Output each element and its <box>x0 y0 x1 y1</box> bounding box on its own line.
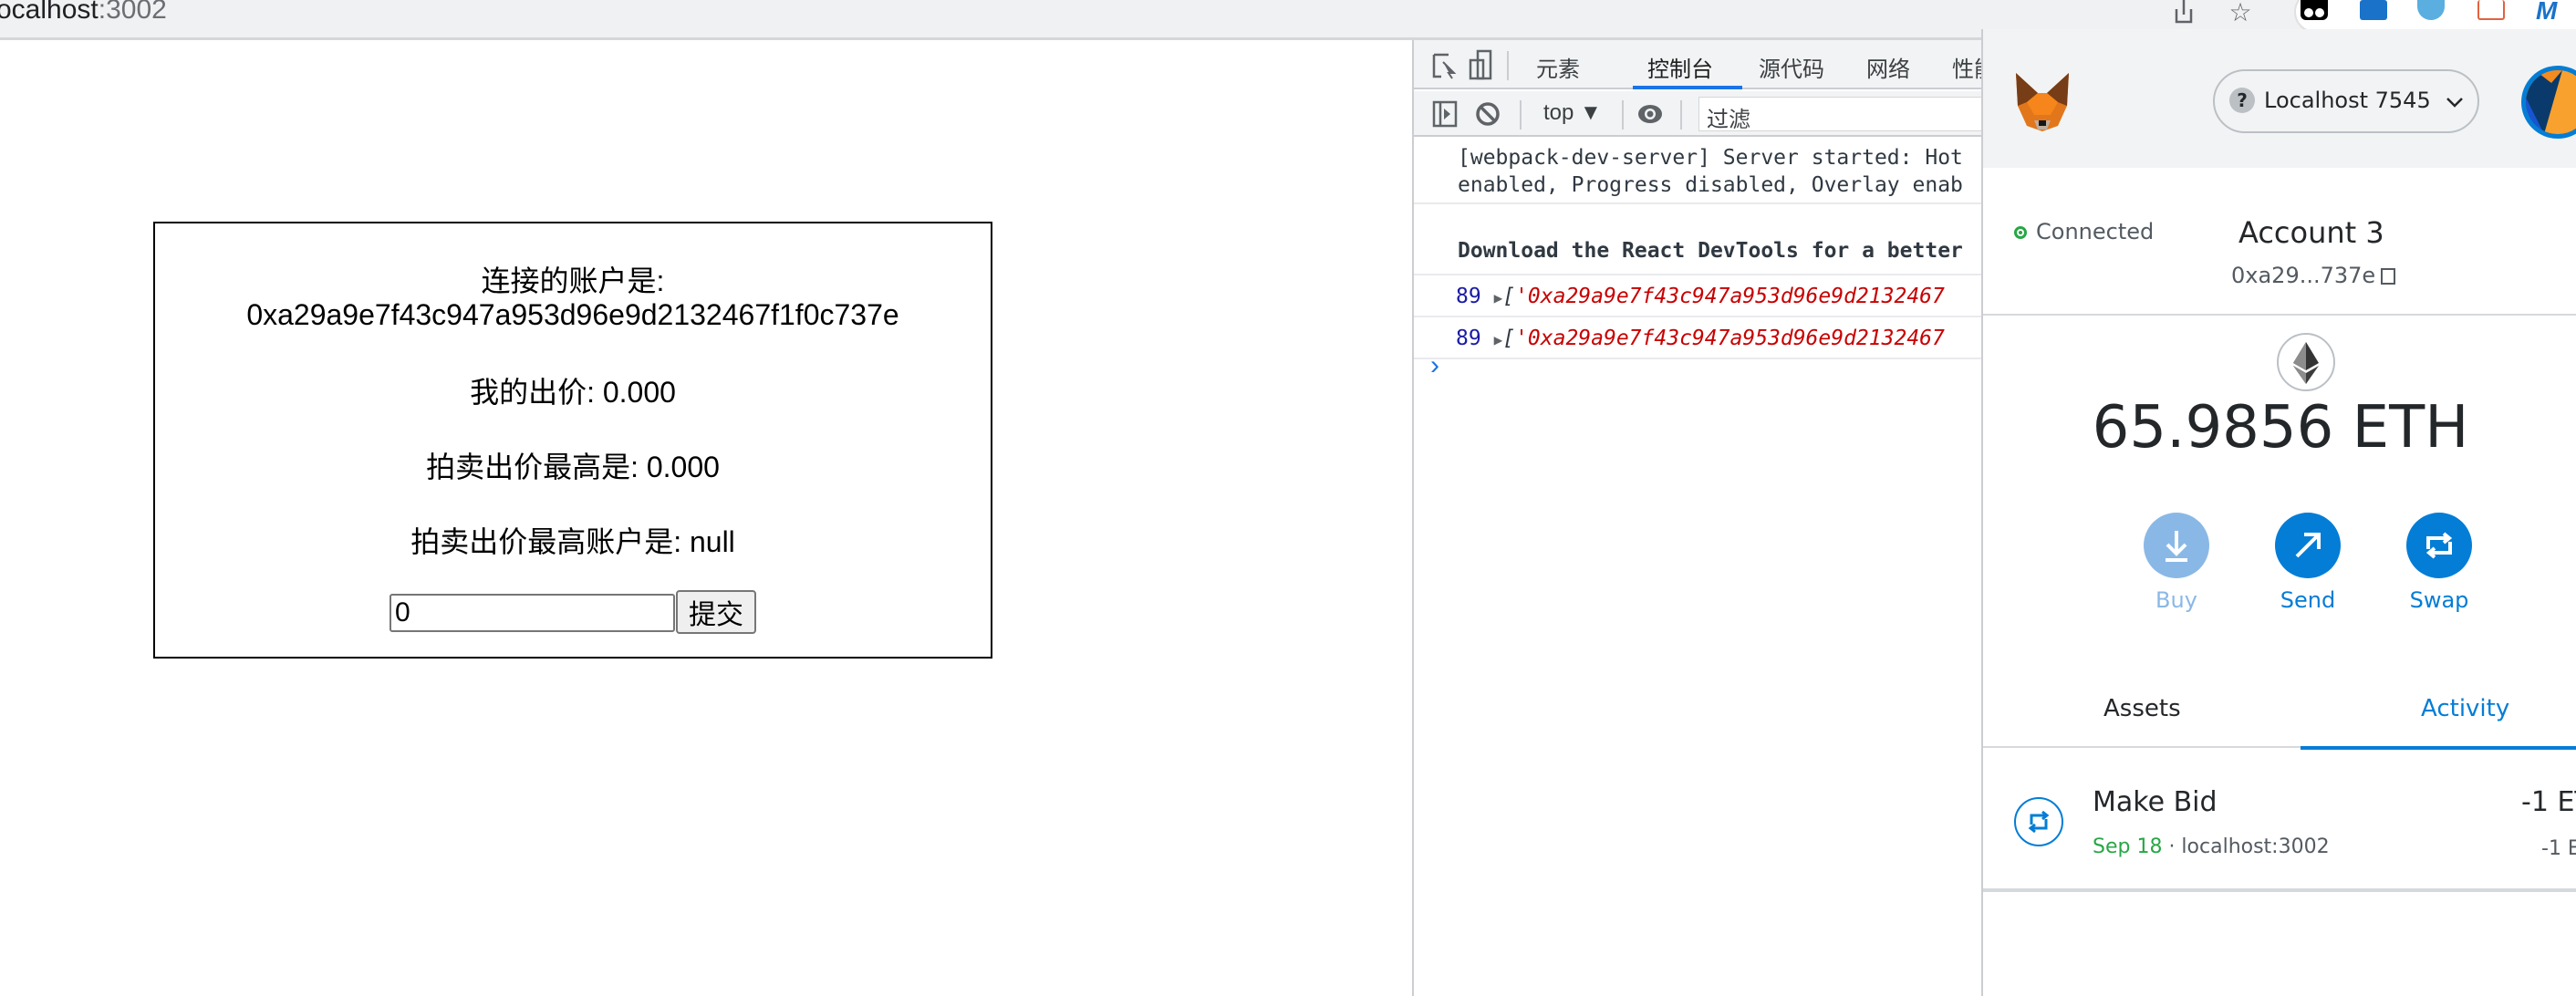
transaction-swap-icon <box>2014 797 2063 846</box>
tab-assets[interactable]: Assets <box>2103 695 2181 722</box>
log-value: '0xa29a9e7f43c947a953d96e9d2132467 <box>1515 285 1945 308</box>
transaction-subtitle: Sep 18 · localhost:3002 <box>2093 835 2330 858</box>
log-line-number: 89 <box>1456 285 1481 308</box>
network-name: Localhost 7545 <box>2264 88 2431 113</box>
swap-button[interactable] <box>2406 513 2472 578</box>
divider <box>1622 100 1624 130</box>
account-address-text: 0xa29...737e <box>2231 263 2376 288</box>
send-label: Send <box>2280 587 2336 613</box>
sidebar-toggle-icon[interactable] <box>1432 100 1458 132</box>
device-toolbar-icon[interactable] <box>1469 49 1494 85</box>
account-address[interactable]: 0xa29...737e <box>2231 263 2396 288</box>
eth-balance: 65.9856 ETH <box>2092 394 2469 462</box>
live-expression-eye-icon[interactable] <box>1636 100 1664 132</box>
chevron-down-icon <box>2445 84 2465 126</box>
active-tab-indicator <box>1633 86 1742 89</box>
metamask-tabs: Assets Activity <box>1983 679 2576 750</box>
arrow-up-right-icon <box>2295 533 2321 558</box>
buy-button[interactable] <box>2144 513 2209 578</box>
highest-bid-text: 拍卖出价最高是: 0.000 <box>426 451 720 483</box>
transaction-amount-secondary: -1 ETH <box>2541 837 2576 860</box>
extension-window-icon[interactable] <box>2477 0 2505 20</box>
copy-icon[interactable] <box>2381 268 2396 285</box>
send-button[interactable] <box>2275 513 2341 578</box>
url-host: ocalhost <box>0 0 99 25</box>
connected-status-dot-icon <box>2014 226 2027 239</box>
log-value: '0xa29a9e7f43c947a953d96e9d2132467 <box>1515 327 1945 350</box>
buy-label: Buy <box>2155 587 2197 613</box>
transaction-amount: -1 ETH <box>2521 786 2576 818</box>
transaction-date: Sep 18 <box>2093 835 2163 858</box>
console-message: Download the React DevTools for a better <box>1414 206 1989 275</box>
connection-status-label: Connected <box>2036 219 2155 244</box>
metamask-popup: ? Localhost 7545 Connected Account 3 0xa… <box>1981 29 2576 996</box>
devtools-panel: 元素 控制台 源代码 网络 性能 top ▼ 过滤 [webpack-dev-s… <box>1412 40 1996 996</box>
console-text: enabled, Progress disabled, Overlay enab <box>1458 173 1963 197</box>
swap-icon <box>2425 532 2453 559</box>
devtools-tab-sources[interactable]: 源代码 <box>1759 51 1824 83</box>
inspect-element-icon[interactable] <box>1432 53 1458 85</box>
account-name[interactable]: Account 3 <box>2238 215 2384 250</box>
download-icon <box>2166 531 2187 562</box>
context-selector[interactable]: top ▼ <box>1543 100 1602 126</box>
console-message: [webpack-dev-server] Server started: Hot… <box>1414 139 1989 204</box>
highest-bidder-text: 拍卖出价最高账户是: null <box>410 525 735 558</box>
activity-list-item[interactable]: Make Bid Sep 18 · localhost:3002 -1 ETH … <box>1983 750 2576 892</box>
connected-account-label: 连接的账户是: <box>481 265 665 297</box>
swap-label: Swap <box>2409 587 2469 613</box>
extension-dots-icon[interactable] <box>2301 0 2328 20</box>
divider <box>1520 100 1522 130</box>
expand-triangle-icon[interactable]: ▶ <box>1494 331 1503 348</box>
devtools-tab-network[interactable]: 网络 <box>1866 51 1910 83</box>
metamask-header: ? Localhost 7545 <box>1983 29 2576 168</box>
devtools-tab-console[interactable]: 控制台 <box>1647 51 1713 83</box>
console-text: [webpack-dev-server] Server started: Hot <box>1458 146 1963 170</box>
url-port: :3002 <box>98 0 167 25</box>
address-bar[interactable]: ocalhost:3002 <box>0 0 167 26</box>
account-avatar[interactable] <box>2521 66 2576 139</box>
bid-amount-input[interactable] <box>390 594 675 632</box>
bookmark-star-icon[interactable]: ☆ <box>2224 0 2257 27</box>
console-log-row[interactable]: 89 ▶['0xa29a9e7f43c947a953d96e9d2132467 <box>1414 277 1989 317</box>
share-icon[interactable] <box>2167 0 2200 27</box>
metamask-extension-icon[interactable]: M <box>2536 0 2557 26</box>
clear-console-icon[interactable] <box>1474 100 1501 132</box>
ethereum-logo-icon <box>2277 333 2335 391</box>
log-line-number: 89 <box>1456 327 1481 350</box>
devtools-tab-elements[interactable]: 元素 <box>1536 51 1580 83</box>
devtools-tab-bar: 元素 控制台 源代码 网络 性能 <box>1414 40 1996 89</box>
transaction-origin: · localhost:3002 <box>2162 835 2330 858</box>
network-selector[interactable]: ? Localhost 7545 <box>2213 69 2479 133</box>
network-help-icon: ? <box>2229 88 2255 113</box>
extension-task-icon[interactable] <box>2360 0 2387 20</box>
submit-bid-button[interactable]: 提交 <box>676 590 756 634</box>
my-bid-text: 我的出价: 0.000 <box>470 376 676 409</box>
tab-activity[interactable]: Activity <box>2421 695 2509 722</box>
console-prompt[interactable]: › <box>1430 350 1439 381</box>
connection-status[interactable]: Connected <box>2014 219 2154 244</box>
console-log-row[interactable]: 89 ▶['0xa29a9e7f43c947a953d96e9d2132467 <box>1414 319 1989 359</box>
transaction-title: Make Bid <box>2093 786 2218 818</box>
connected-account-address: 0xa29a9e7f43c947a953d96e9d2132467f1f0c73… <box>246 298 899 331</box>
expand-triangle-icon[interactable]: ▶ <box>1494 289 1503 306</box>
metamask-fox-logo <box>2010 69 2074 137</box>
divider <box>1507 51 1509 80</box>
divider <box>1680 100 1682 130</box>
account-bar: Connected Account 3 0xa29...737e <box>1983 168 2576 316</box>
auction-panel: 连接的账户是: 0xa29a9e7f43c947a953d96e9d213246… <box>153 222 992 659</box>
console-toolbar: top ▼ 过滤 <box>1414 91 1989 137</box>
console-filter-input[interactable]: 过滤 <box>1698 97 1989 132</box>
